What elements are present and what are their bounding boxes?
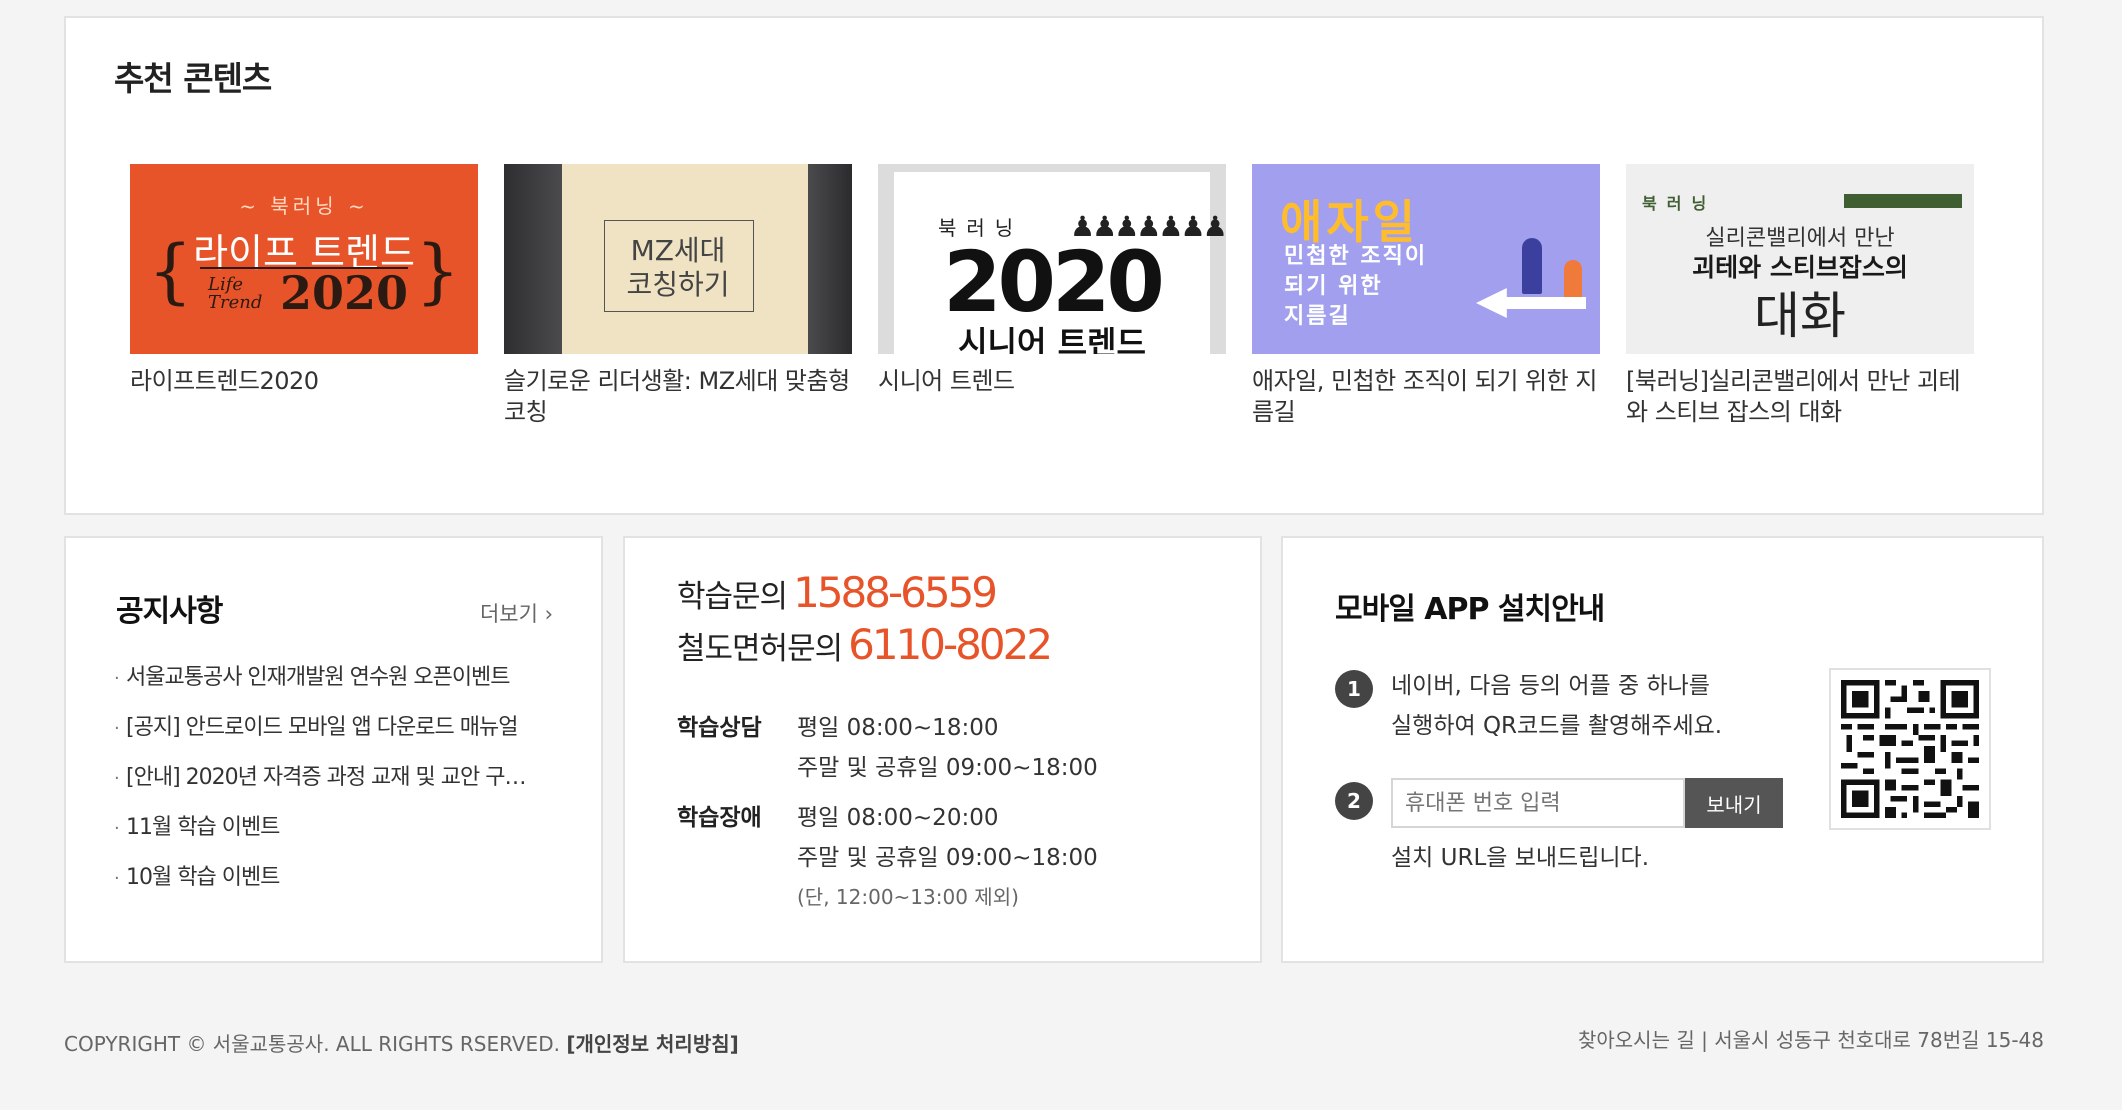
recommended-section: 추천 콘텐츠 ~ 북러닝 ~ { } 라이프 트렌드 Life Trend 20…: [64, 16, 2044, 515]
notice-title[interactable]: 10월 학습 이벤트: [126, 865, 280, 890]
qr-code-icon: [1841, 680, 1979, 818]
hours-value: 주말 및 공휴일 09:00~18:00: [797, 755, 1098, 781]
thumb-line: 민첩한 조직이: [1284, 244, 1428, 269]
bullet-icon: ·: [114, 868, 120, 889]
qr-code: [1829, 668, 1991, 830]
phone-number: 6110-8022: [848, 620, 1053, 669]
list-item[interactable]: · 11월 학습 이벤트: [114, 812, 525, 862]
card-thumbnail[interactable]: 애자일 민첩한 조직이 되기 위한 지름길: [1252, 164, 1600, 354]
notice-section: 공지사항 더보기 › · 서울교통공사 인재개발원 연수원 오픈이벤트 · [공지]…: [64, 536, 603, 963]
card-caption[interactable]: [북러닝]실리콘밸리에서 만난 괴테와 스티브 잡스의 대화: [1626, 366, 1974, 428]
thumb-line: 코칭하기: [626, 268, 730, 301]
thumb-accent-bar: [1844, 194, 1962, 208]
footer-address: 찾아오시는 길 | 서울시 성동구 천호대로 78번길 15-48: [1578, 1024, 2044, 1053]
copyright-text: COPYRIGHT © 서울교통공사. ALL RIGHTS RSERVED.: [64, 1032, 560, 1056]
step1-instructions: 네이버, 다음 등의 어플 중 하나를 실행하여 QR코드를 촬영해주세요.: [1391, 666, 1722, 746]
thumb-subtitle: Life Trend: [208, 274, 263, 313]
thumb-label: 북러닝: [1642, 194, 1717, 213]
directions-link[interactable]: 찾아오시는 길: [1578, 1028, 1695, 1052]
content-card-goethe-jobs[interactable]: 북러닝 실리콘밸리에서 만난 괴테와 스티브잡스의 대화 [북러닝]실리콘밸리에…: [1626, 164, 1974, 428]
list-item[interactable]: · 10월 학습 이벤트: [114, 862, 525, 912]
phone-number: 1588-6559: [793, 568, 998, 617]
card-caption[interactable]: 애자일, 민첩한 조직이 되기 위한 지름길: [1252, 366, 1600, 428]
phone-number-input[interactable]: [1391, 778, 1685, 828]
card-caption[interactable]: 슬기로운 리더생활: MZ세대 맞춤형 코칭: [504, 366, 852, 428]
address-text: 서울시 성동구 천호대로 78번길 15-48: [1714, 1028, 2044, 1052]
bullet-icon: ·: [114, 768, 120, 789]
card-caption[interactable]: 시니어 트렌드: [878, 366, 1226, 397]
thumb-line: 되기 위한: [1284, 274, 1383, 299]
card-thumbnail[interactable]: 북러닝 실리콘밸리에서 만난 괴테와 스티브잡스의 대화: [1626, 164, 1974, 354]
inquiry-label: 철도면허문의: [677, 631, 843, 667]
section-title: 공지사항: [116, 594, 223, 629]
instruction-line: 실행하여 QR코드를 촬영해주세요.: [1391, 713, 1723, 739]
rail-license-inquiry: 철도면허문의 6110-8022: [677, 620, 1053, 669]
separator: |: [1701, 1028, 1708, 1052]
bullet-icon: ·: [114, 818, 120, 839]
notice-title[interactable]: [안내] 2020년 자격증 과정 교재 및 교안 구…: [126, 765, 526, 790]
step-number-badge: 2: [1335, 782, 1373, 820]
learning-inquiry: 학습문의 1588-6559: [677, 568, 998, 617]
hours-note: (단, 12:00~13:00 제외): [797, 885, 1019, 909]
thumb-panel: 북러닝 ♟♟♟♟♟♟♟♟ 2020 시니어 트렌드: [894, 172, 1226, 354]
person-figure-icon: [1522, 238, 1542, 294]
step-number-badge: 1: [1335, 670, 1373, 708]
card-thumbnail[interactable]: ~ 북러닝 ~ { } 라이프 트렌드 Life Trend 2020: [130, 164, 478, 354]
list-item[interactable]: · [공지] 안드로이드 모바일 앱 다운로드 매뉴얼: [114, 712, 525, 762]
thumb-subtitle: 민첩한 조직이 되기 위한 지름길: [1284, 242, 1427, 332]
card-thumbnail[interactable]: MZ세대 코칭하기: [504, 164, 852, 354]
content-card-senior-trend[interactable]: 북러닝 ♟♟♟♟♟♟♟♟ 2020 시니어 트렌드 시니어 트렌드: [878, 164, 1226, 397]
more-label: 더보기: [479, 602, 538, 626]
hours-value: 주말 및 공휴일 09:00~18:00: [797, 845, 1098, 871]
section-title: 모바일 APP 설치안내: [1335, 592, 1605, 627]
step2-instructions: 설치 URL을 보내드립니다.: [1391, 845, 1650, 871]
content-card-mz-coaching[interactable]: MZ세대 코칭하기 슬기로운 리더생활: MZ세대 맞춤형 코칭: [504, 164, 852, 428]
notice-list: · 서울교통공사 인재개발원 연수원 오픈이벤트 · [공지] 안드로이드 모바일 …: [114, 662, 526, 912]
thumb-title: 시니어 트렌드: [958, 324, 1146, 354]
thumb-year: 2020: [280, 266, 409, 320]
bullet-icon: ·: [114, 668, 120, 689]
list-item[interactable]: · 서울교통공사 인재개발원 연수원 오픈이벤트: [114, 662, 525, 712]
thumb-title: MZ세대 코칭하기: [504, 234, 852, 302]
notice-title[interactable]: 11월 학습 이벤트: [126, 815, 280, 840]
thumb-line: MZ세대: [630, 234, 726, 267]
notice-title[interactable]: [공지] 안드로이드 모바일 앱 다운로드 매뉴얼: [126, 715, 518, 740]
contact-section: 학습문의 1588-6559 철도면허문의 6110-8022 학습상담 평일 08…: [623, 536, 1262, 963]
card-thumbnail[interactable]: 북러닝 ♟♟♟♟♟♟♟♟ 2020 시니어 트렌드: [878, 164, 1226, 354]
thumb-label: ~ 북러닝 ~: [239, 194, 369, 218]
bullet-icon: ·: [114, 718, 120, 739]
content-card-agile[interactable]: 애자일 민첩한 조직이 되기 위한 지름길 애자일, 민첩한 조직이 되기 위한…: [1252, 164, 1600, 428]
card-caption[interactable]: 라이프트렌드2020: [130, 366, 478, 397]
app-install-section: 모바일 APP 설치안내 1 네이버, 다음 등의 어플 중 하나를 실행하여 …: [1281, 536, 2044, 963]
list-item[interactable]: · [안내] 2020년 자격증 과정 교재 및 교안 구…: [114, 762, 526, 812]
notice-title[interactable]: 서울교통공사 인재개발원 연수원 오픈이벤트: [126, 665, 511, 690]
thumb-title: 대화: [1754, 287, 1846, 345]
footer-copyright: COPYRIGHT © 서울교통공사. ALL RIGHTS RSERVED. …: [64, 1028, 739, 1057]
hours-value: 평일 08:00~20:00: [797, 805, 999, 831]
hours-value: 평일 08:00~18:00: [797, 715, 999, 741]
hours-label: 학습상담: [677, 715, 762, 741]
more-link[interactable]: 더보기 ›: [480, 598, 553, 628]
thumb-line: 지름길: [1284, 304, 1351, 329]
section-title: 추천 콘텐츠: [114, 59, 272, 98]
thumb-year: 2020: [943, 233, 1165, 331]
instruction-line: 네이버, 다음 등의 어플 중 하나를: [1391, 673, 1710, 699]
hours-label: 학습장애: [677, 805, 762, 831]
send-button[interactable]: 보내기: [1685, 778, 1783, 828]
chevron-right-icon: ›: [544, 602, 553, 626]
privacy-policy-link[interactable]: [개인정보 처리방침]: [566, 1032, 738, 1056]
inquiry-label: 학습문의: [677, 579, 788, 615]
content-card-life-trend[interactable]: ~ 북러닝 ~ { } 라이프 트렌드 Life Trend 2020 라이프트…: [130, 164, 478, 397]
